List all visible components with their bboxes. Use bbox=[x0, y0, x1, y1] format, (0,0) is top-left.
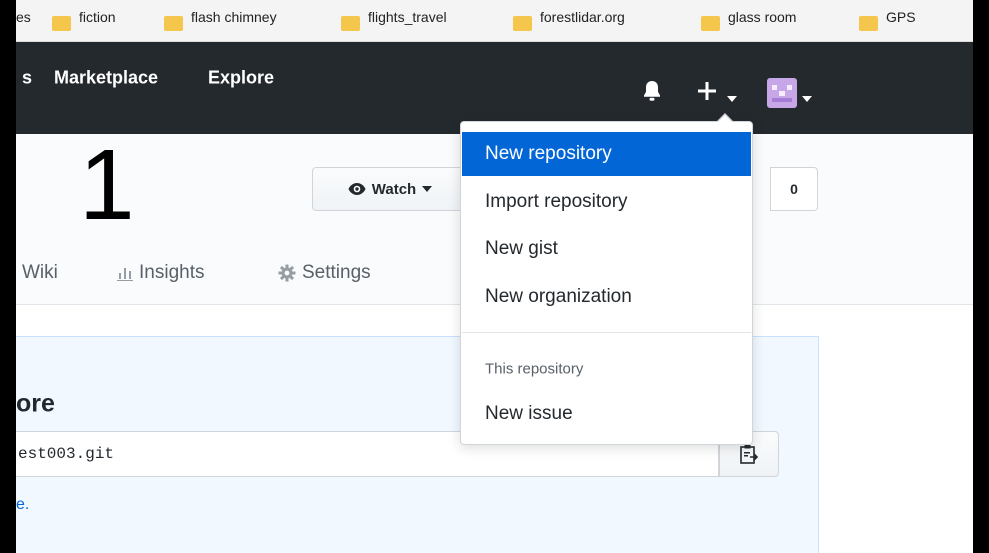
bookmark-forestlidar[interactable]: forestlidar.org bbox=[513, 0, 625, 34]
bookmark-flash-chimney[interactable]: flash chimney bbox=[164, 0, 277, 34]
annotation-number: 1 bbox=[79, 129, 135, 241]
menu-divider bbox=[462, 332, 751, 333]
nav-link-marketplace[interactable]: Marketplace bbox=[54, 68, 158, 89]
bookmark-label: fiction bbox=[79, 9, 116, 25]
bookmark-flights-travel[interactable]: flights_travel bbox=[341, 0, 447, 34]
menu-item-import-repository[interactable]: Import repository bbox=[462, 180, 751, 224]
folder-icon bbox=[701, 15, 720, 31]
eye-icon bbox=[348, 182, 366, 196]
tab-insights[interactable]: Insights bbox=[117, 262, 204, 284]
tab-wiki[interactable]: Wiki bbox=[22, 262, 58, 284]
menu-section-header: This repository bbox=[485, 360, 584, 378]
chevron-down-icon[interactable] bbox=[727, 89, 737, 107]
bookmark-glass-room[interactable]: glass room bbox=[701, 0, 796, 34]
menu-item-new-repository[interactable]: New repository bbox=[462, 132, 751, 176]
folder-icon bbox=[52, 15, 71, 31]
gear-icon bbox=[278, 264, 296, 282]
social-count[interactable]: 0 bbox=[770, 167, 818, 211]
folder-icon bbox=[341, 15, 360, 31]
tab-label: Wiki bbox=[22, 262, 58, 283]
nav-link-explore[interactable]: Explore bbox=[208, 68, 274, 89]
plus-icon[interactable] bbox=[696, 80, 718, 107]
menu-item-new-organization[interactable]: New organization bbox=[462, 275, 751, 319]
menu-item-new-gist[interactable]: New gist bbox=[462, 227, 751, 271]
avatar[interactable] bbox=[767, 78, 797, 113]
tab-settings[interactable]: Settings bbox=[278, 262, 371, 284]
tab-label: Insights bbox=[139, 262, 205, 283]
panel-link[interactable]: e. bbox=[16, 496, 29, 514]
graph-icon bbox=[117, 265, 133, 281]
bookmarks-bar: es fiction flash chimney flights_travel … bbox=[16, 0, 973, 42]
folder-icon bbox=[164, 15, 183, 31]
bookmark-label: es bbox=[16, 9, 31, 25]
bookmark-gps[interactable]: GPS bbox=[859, 0, 916, 34]
watch-label: Watch bbox=[371, 180, 417, 198]
bookmark-label: glass room bbox=[728, 9, 797, 25]
folder-icon bbox=[513, 15, 532, 31]
bookmark-label: GPS bbox=[886, 9, 916, 25]
menu-item-new-issue[interactable]: New issue bbox=[462, 392, 751, 436]
bell-icon[interactable] bbox=[642, 80, 662, 107]
watch-button[interactable]: Watch bbox=[312, 167, 468, 211]
browser-viewport: es fiction flash chimney flights_travel … bbox=[16, 0, 973, 553]
bookmark-label: flights_travel bbox=[368, 9, 447, 25]
bookmark-label: flash chimney bbox=[191, 9, 277, 25]
create-new-dropdown: New repository Import repository New gis… bbox=[460, 121, 753, 445]
dropdown-caret-inner bbox=[717, 115, 733, 123]
chevron-down-icon bbox=[422, 186, 433, 192]
clipboard-icon bbox=[740, 444, 758, 464]
bookmark-es[interactable]: es bbox=[16, 0, 31, 34]
tab-label: Settings bbox=[302, 262, 371, 283]
folder-icon bbox=[859, 15, 878, 31]
chevron-down-icon[interactable] bbox=[802, 89, 812, 107]
panel-title: ore bbox=[16, 389, 55, 418]
bookmark-label: forestlidar.org bbox=[540, 9, 625, 25]
clone-url-text: est003.git bbox=[18, 445, 115, 463]
nav-link-partial[interactable]: s bbox=[22, 68, 32, 89]
bookmark-fiction[interactable]: fiction bbox=[52, 0, 116, 34]
